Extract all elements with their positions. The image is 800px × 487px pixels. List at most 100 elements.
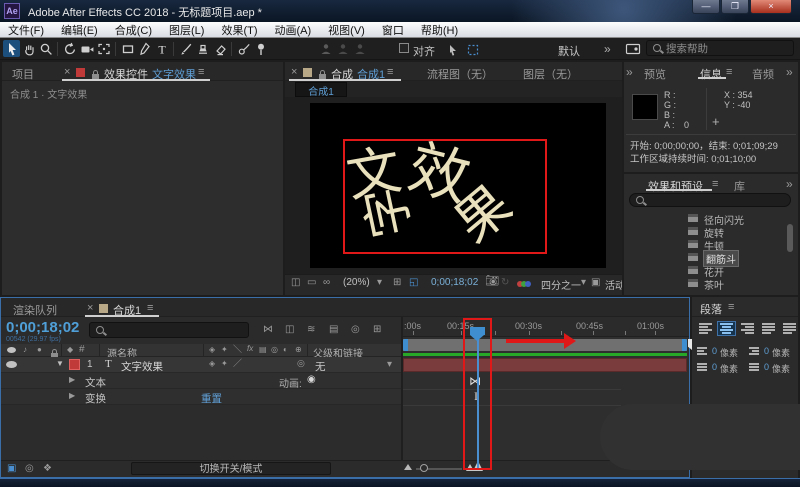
pen-tool[interactable] — [136, 40, 153, 57]
camera-tool[interactable] — [78, 40, 95, 57]
menu-effect[interactable]: 效果(T) — [221, 22, 257, 38]
menu-animation[interactable]: 动画(A) — [275, 22, 312, 38]
snap-checkbox[interactable] — [399, 43, 409, 53]
zoom-out-mountain-icon[interactable] — [404, 464, 412, 470]
justify-last-left-button[interactable] — [759, 321, 778, 336]
menu-edit[interactable]: 编辑(E) — [61, 22, 98, 38]
effects-search-field[interactable] — [629, 193, 791, 207]
space-before-value[interactable]: 0 — [712, 362, 717, 372]
preset-list-item[interactable]: 旋转 — [624, 224, 798, 240]
rectangle-tool[interactable] — [119, 40, 136, 57]
justify-all-button[interactable] — [780, 321, 799, 336]
space-after-value[interactable]: 0 — [764, 362, 769, 372]
layer-parent-dropdown[interactable]: 无 — [315, 359, 326, 374]
menu-layer[interactable]: 图层(L) — [169, 22, 204, 38]
preset-list-item-selected[interactable]: 翻筋斗 — [624, 250, 798, 267]
transform-collapse-icon[interactable]: ▶ — [69, 392, 75, 400]
comp-mini-flowchart-icon[interactable]: ⋈ — [263, 325, 273, 335]
timeline-zoom-knob[interactable] — [420, 464, 428, 472]
layer-row[interactable]: ▼ 1 T 文字效果 ◈ ✦ ／ ◎ 无 ▾ — [1, 357, 401, 373]
text-tool[interactable]: T — [153, 40, 170, 57]
motion-blur-toggle-icon[interactable]: ◎ — [25, 464, 34, 474]
snap-cursor-icon[interactable] — [444, 41, 461, 58]
info-panel-menu-icon[interactable]: ≡ — [726, 67, 732, 78]
selection-tool[interactable] — [3, 40, 20, 57]
timeline-tab-close-icon[interactable]: × — [87, 302, 93, 314]
layer-name[interactable]: 文字效果 — [121, 359, 163, 374]
layer-quality-switch[interactable]: ／ — [233, 359, 242, 368]
effects-panel-menu-icon[interactable]: ≡ — [712, 179, 718, 190]
align-right-button[interactable] — [738, 321, 757, 336]
frame-blend-toggle-icon[interactable]: ▣ — [7, 464, 16, 474]
layer-shy-switch[interactable]: ◈ — [209, 360, 215, 368]
layer-eye-icon[interactable] — [6, 361, 17, 368]
layer-collapse-switch[interactable]: ✦ — [221, 360, 228, 368]
maximize-button[interactable]: ❐ — [721, 0, 749, 14]
effect-controls-tab-close-icon[interactable]: × — [64, 66, 70, 78]
menu-window[interactable]: 窗口 — [382, 22, 404, 38]
align-left-button[interactable] — [696, 321, 715, 336]
viewer-tab-comp1[interactable]: 合成1 — [295, 82, 347, 98]
timeline-current-time[interactable]: 0;00;18;02 — [6, 319, 79, 336]
resolution-value[interactable]: 四分之一 — [541, 277, 581, 292]
tab-effects-presets[interactable]: 效果和预设 — [648, 178, 703, 194]
tab-library[interactable]: 库 — [734, 178, 745, 194]
tab-layer[interactable]: 图层（无） — [523, 66, 578, 82]
tab-preview[interactable]: 预览 — [644, 66, 666, 82]
parent-dropdown-caret[interactable]: ▾ — [387, 360, 392, 370]
snapshot-icon[interactable]: ◫ — [291, 278, 300, 288]
motion-blur-icon[interactable]: ◎ — [351, 325, 360, 335]
rotation-tool[interactable] — [61, 40, 78, 57]
preset-list-item[interactable]: 牛顿 — [624, 237, 798, 253]
frame-blend-icon[interactable]: ▤ — [329, 325, 338, 335]
draft-3d-icon[interactable]: ◫ — [285, 325, 294, 335]
menu-help[interactable]: 帮助(H) — [421, 22, 458, 38]
workspace-screen-icon[interactable] — [624, 41, 641, 58]
effects-overflow-chevron[interactable]: » — [786, 178, 793, 190]
align-center-button[interactable] — [717, 321, 736, 336]
clone-stamp-tool[interactable] — [194, 40, 211, 57]
zoom-tool[interactable] — [37, 40, 54, 57]
timeline-menu-icon[interactable]: ≡ — [147, 303, 153, 314]
toggle-switches-button[interactable]: 切换开关/模式 — [131, 462, 331, 475]
close-button[interactable]: × — [750, 0, 792, 14]
hand-tool[interactable] — [20, 40, 37, 57]
camera-view-value[interactable]: 活动 — [605, 277, 622, 292]
zoom-caret-icon[interactable]: ▾ — [377, 278, 382, 288]
layer-duration-bar[interactable] — [403, 358, 687, 372]
info-overflow-chevron[interactable]: » — [786, 66, 793, 78]
always-preview-icon[interactable]: ∞ — [323, 278, 330, 288]
timeline-ruler[interactable]: :00s 00:15s 00:30s 00:45s 01:00s — [403, 317, 689, 337]
tab-project[interactable]: 项目 — [12, 66, 34, 82]
workspace-label[interactable]: 默认 — [558, 43, 580, 59]
tab-info[interactable]: 信息 — [700, 66, 722, 82]
help-search-field[interactable]: 搜索帮助 — [646, 40, 794, 56]
mask-dashed-icon[interactable] — [464, 41, 481, 58]
layer-pickwhip-icon[interactable]: ◎ — [297, 359, 305, 368]
tab-flowchart[interactable]: 流程图（无） — [427, 66, 493, 82]
hide-shy-icon[interactable]: ≋ — [307, 325, 315, 335]
work-area-end-handle[interactable] — [682, 339, 687, 351]
zoom-level-value[interactable]: (20%) — [343, 277, 370, 288]
take-snapshot-camera-icon[interactable]: 📷︎ — [485, 276, 499, 287]
layer-expand-icon[interactable]: ▼ — [56, 360, 64, 368]
grid-guides-icon[interactable]: ⊞ — [393, 278, 401, 288]
tab-audio[interactable]: 音频 — [752, 66, 786, 82]
indent-right-value[interactable]: 0 — [764, 346, 769, 356]
menu-file[interactable]: 文件(F) — [8, 22, 44, 38]
brainstorm-toggle-icon[interactable]: ❖ — [43, 464, 52, 474]
paragraph-title[interactable]: 段落 — [700, 301, 722, 317]
workspace-more-chevron[interactable]: » — [604, 42, 611, 56]
panel-overflow-chevron[interactable]: » — [626, 66, 633, 78]
indent-left-value[interactable]: 0 — [712, 346, 717, 356]
resolution-caret-icon[interactable]: ▾ — [581, 278, 586, 288]
preset-list-item[interactable]: 花开 — [624, 263, 798, 279]
tab-render-queue[interactable]: 渲染队列 — [13, 302, 57, 318]
channels-icon[interactable] — [517, 278, 531, 290]
brush-tool[interactable] — [177, 40, 194, 57]
paragraph-menu-icon[interactable]: ≡ — [728, 302, 734, 313]
menu-composition[interactable]: 合成(C) — [115, 22, 152, 38]
fast-preview-icon[interactable]: ▣ — [591, 278, 600, 288]
puppet-pin-tool[interactable] — [252, 40, 269, 57]
preset-list-item[interactable]: 茶叶 — [624, 276, 798, 292]
